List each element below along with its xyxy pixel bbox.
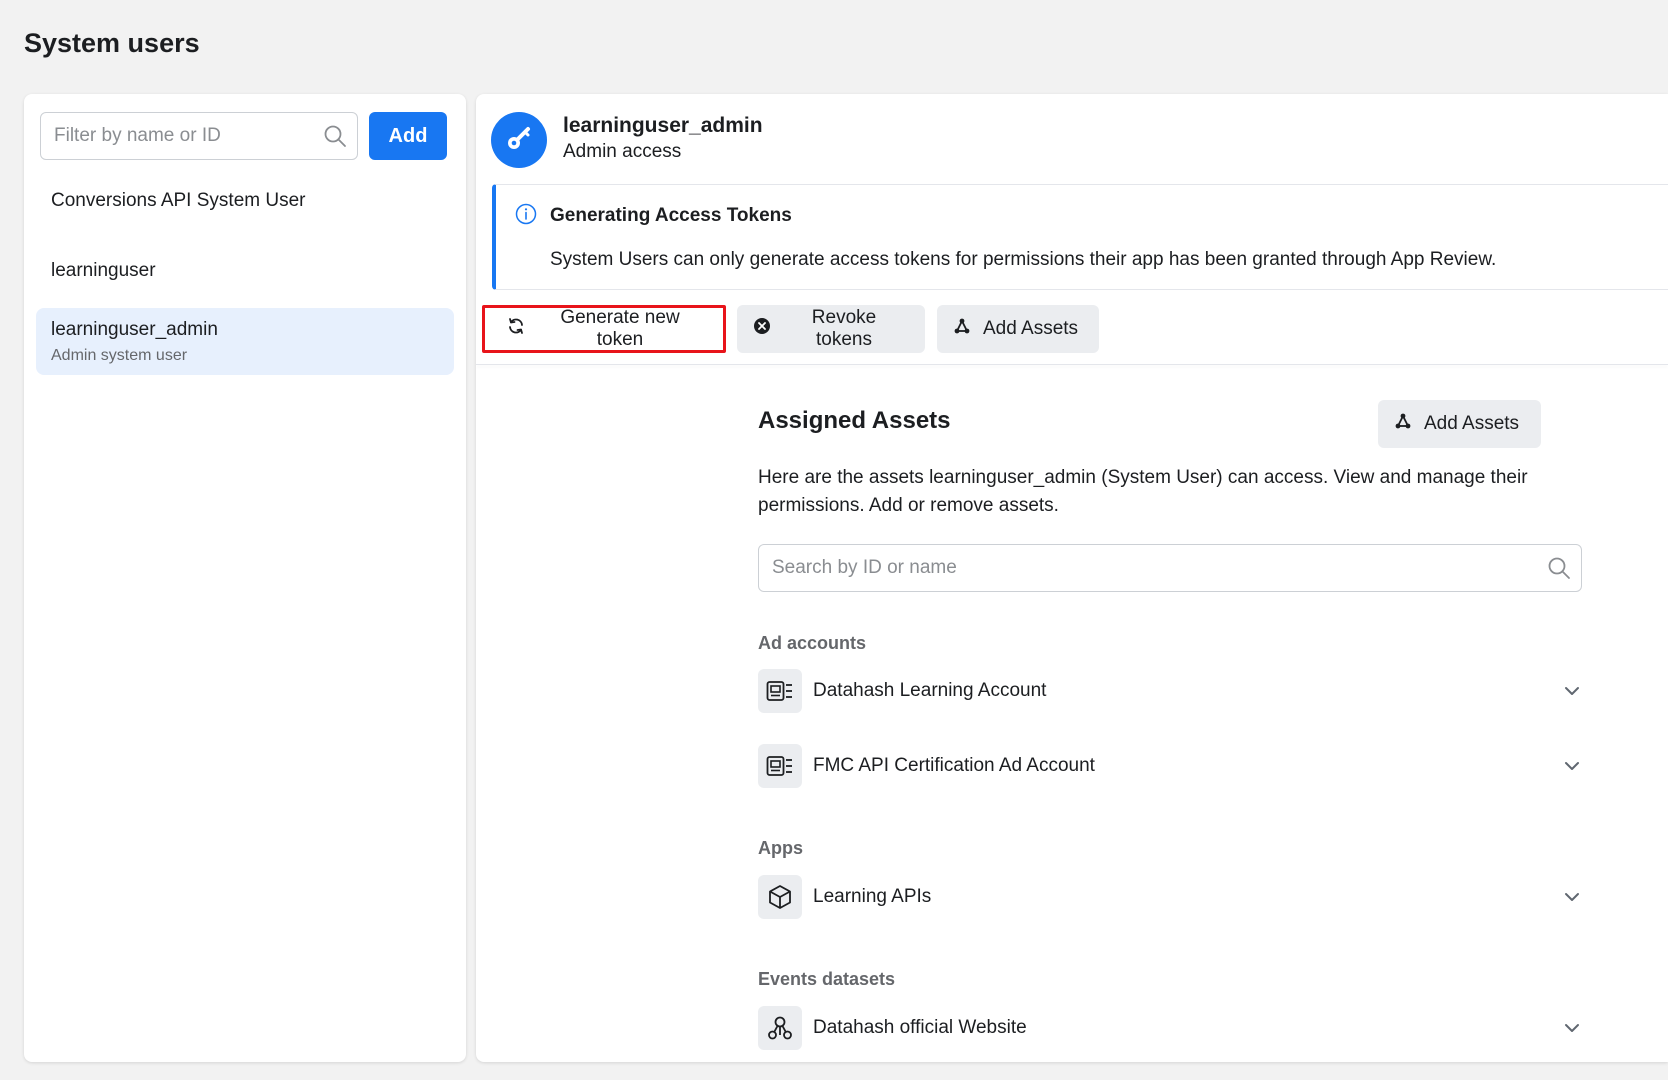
generate-new-token-button[interactable]: Generate new token (482, 305, 726, 353)
avatar (491, 112, 547, 168)
access-token-notice: Generating Access Tokens System Users ca… (492, 184, 1668, 290)
add-assets-button[interactable]: Add Assets (1378, 400, 1541, 448)
assigned-assets-description: Here are the assets learninguser_admin (… (758, 467, 1528, 516)
selected-user-name: learninguser_admin (563, 114, 763, 137)
asset-row-ad-account[interactable]: Datahash Learning Account (758, 669, 1582, 713)
chevron-down-icon[interactable] (1562, 1018, 1582, 1043)
add-system-user-button[interactable]: Add (369, 112, 447, 160)
asset-name: FMC API Certification Ad Account (813, 755, 1095, 776)
system-users-list-panel: Add Conversions API System User learning… (24, 94, 466, 1062)
asset-row-ad-account[interactable]: FMC API Certification Ad Account (758, 744, 1582, 788)
user-item-conversions-api[interactable]: Conversions API System User (36, 190, 454, 234)
asset-name: Learning APIs (813, 886, 932, 907)
section-heading-apps: Apps (758, 838, 803, 858)
asset-search-box[interactable] (758, 544, 1582, 592)
user-item-subtitle: Admin system user (51, 347, 188, 364)
search-icon (1547, 556, 1571, 585)
add-assets-toolbar-button[interactable]: Add Assets (937, 305, 1099, 353)
asset-name: Datahash Learning Account (813, 680, 1047, 701)
revoke-tokens-button[interactable]: Revoke tokens (737, 305, 925, 353)
close-circle-icon (753, 317, 771, 341)
assets-icon (1394, 412, 1412, 436)
info-icon (515, 203, 537, 230)
ad-account-icon (758, 744, 802, 788)
chevron-down-icon[interactable] (1562, 887, 1582, 912)
refresh-icon (507, 317, 525, 341)
dataset-icon (758, 1006, 802, 1050)
chevron-down-icon[interactable] (1562, 681, 1582, 706)
add-assets-label: Add Assets (983, 318, 1079, 339)
search-icon (323, 124, 347, 153)
section-heading-events-datasets: Events datasets (758, 969, 896, 989)
page-title: System users (24, 28, 200, 58)
generate-new-token-label: Generate new token (560, 307, 680, 350)
assets-icon (953, 317, 971, 341)
assigned-assets-title: Assigned Assets (758, 407, 951, 434)
user-item-name: learninguser (51, 260, 156, 281)
toolbar-divider (476, 364, 1668, 365)
section-heading-ad-accounts: Ad accounts (758, 633, 867, 653)
add-assets-label: Add Assets (1424, 413, 1520, 434)
asset-row-app[interactable]: Learning APIs (758, 875, 1582, 919)
chevron-down-icon[interactable] (1562, 756, 1582, 781)
revoke-tokens-label: Revoke tokens (811, 307, 877, 350)
user-item-name: learninguser_admin (51, 319, 218, 340)
app-cube-icon (758, 875, 802, 919)
notice-body: System Users can only generate access to… (550, 249, 1497, 270)
filter-box[interactable] (40, 112, 358, 160)
user-item-name: Conversions API System User (51, 190, 306, 211)
asset-search-input[interactable] (759, 545, 1581, 591)
system-user-detail-panel: learninguser_admin Admin access Generati… (476, 94, 1668, 1062)
selected-user-access: Admin access (563, 141, 682, 162)
asset-row-dataset[interactable]: Datahash official Website (758, 1006, 1582, 1050)
user-item-learninguser-admin[interactable]: learninguser_admin Admin system user (36, 308, 454, 375)
key-icon (504, 123, 534, 158)
ad-account-icon (758, 669, 802, 713)
notice-title: Generating Access Tokens (550, 205, 792, 226)
asset-name: Datahash official Website (813, 1017, 1027, 1038)
filter-input[interactable] (41, 113, 357, 159)
user-item-learninguser[interactable]: learninguser (36, 260, 454, 304)
